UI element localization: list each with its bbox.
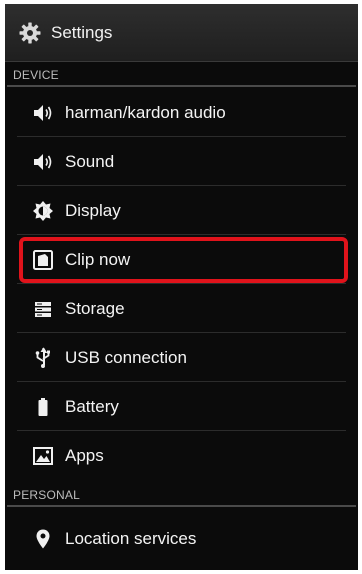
location-pin-icon xyxy=(31,527,55,551)
settings-item-battery[interactable]: Battery xyxy=(5,382,358,431)
battery-icon xyxy=(31,395,55,419)
section-header-device: DEVICE xyxy=(5,62,358,87)
section-header-personal: PERSONAL xyxy=(5,482,358,507)
settings-item-sound[interactable]: Sound xyxy=(5,137,358,186)
settings-item-usb-connection[interactable]: USB connection xyxy=(5,333,358,382)
settings-item-label: Apps xyxy=(65,445,104,465)
clip-icon xyxy=(31,248,55,272)
settings-item-label: Location services xyxy=(65,528,197,548)
storage-icon xyxy=(31,297,55,321)
settings-item-label: Display xyxy=(65,200,121,220)
speaker-icon xyxy=(31,150,55,174)
usb-icon xyxy=(31,346,55,370)
settings-item-label: Clip now xyxy=(65,249,131,269)
settings-item-clip-now[interactable]: Clip now xyxy=(5,235,358,284)
settings-item-location-services[interactable]: Location services xyxy=(5,514,358,563)
settings-item-label: USB connection xyxy=(65,347,187,367)
settings-item-storage[interactable]: Storage xyxy=(5,284,358,333)
settings-item-apps[interactable]: Apps xyxy=(5,431,358,480)
settings-item-label: Sound xyxy=(65,151,115,171)
gear-icon[interactable] xyxy=(17,20,43,46)
settings-item-harman-kardon-audio[interactable]: harman/kardon audio xyxy=(5,88,358,137)
action-bar: Settings xyxy=(5,4,358,62)
apps-icon xyxy=(31,444,55,468)
settings-item-label: harman/kardon audio xyxy=(65,102,226,122)
brightness-icon xyxy=(31,199,55,223)
settings-item-label: Battery xyxy=(65,396,119,416)
settings-item-display[interactable]: Display xyxy=(5,186,358,235)
settings-item-label: Storage xyxy=(65,298,125,318)
page-title: Settings xyxy=(51,22,113,42)
speaker-icon xyxy=(31,101,55,125)
settings-screen: Settings DEVICE harman/kardon audio Soun… xyxy=(5,4,358,570)
